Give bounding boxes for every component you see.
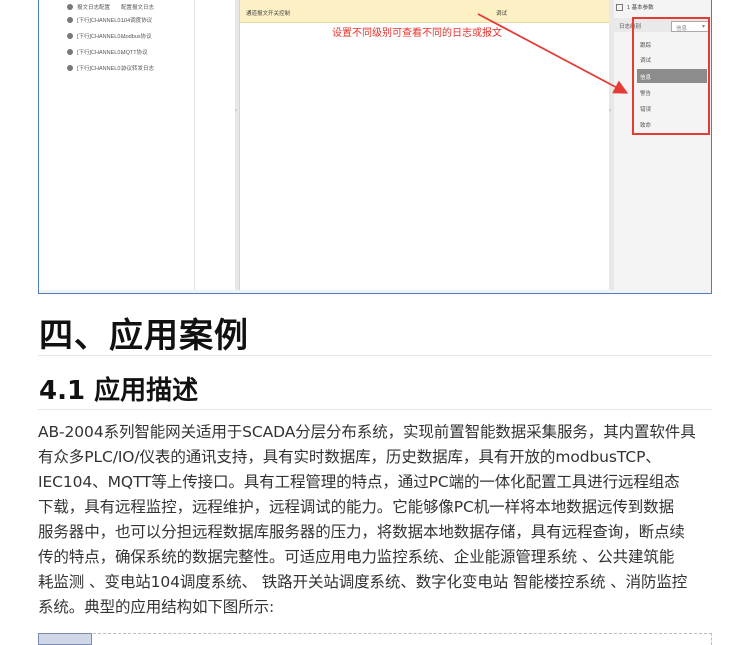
log-grid: 通道报文开关控制 调试 设置不同级别可查看不同的日志或报文 <box>239 0 611 290</box>
tree-row-name: 报文日志配置 <box>77 5 111 11</box>
tree-row-name: [下行]CHANNEL0... <box>77 34 125 40</box>
divider <box>38 409 712 410</box>
figure-frame <box>38 633 712 645</box>
tree-row-desc: MQTT协议 <box>121 50 148 56</box>
tree-row[interactable]: [下行]CHANNEL0... Modbus协议 <box>39 29 194 45</box>
embedded-screenshot: 报文日志配置 配置报文日志 [下行]CHANNEL0... 104调度协议 [下… <box>38 0 712 294</box>
tree-row-name: [下行]CHANNEL0... <box>77 66 125 72</box>
paragraph-line: 传的特点，确保系统的数据完整性。可适应用电力监控系统、企业能源管理系统 、公共建… <box>38 548 675 566</box>
grid-header-col2: 调试 <box>496 11 508 17</box>
gear-icon <box>67 4 73 10</box>
tree-row[interactable]: [下行]CHANNEL0... 协议转发日志 <box>39 61 194 77</box>
paragraph-line: 耗监测 、变电站104调度系统、 铁路开关站调度系统、数字化变电站 智能楼控系统… <box>38 573 688 591</box>
dropdown-option[interactable]: 致命 <box>637 117 707 131</box>
section-heading: 四、应用案例 <box>39 316 249 356</box>
channel-tree: 报文日志配置 配置报文日志 [下行]CHANNEL0... 104调度协议 [下… <box>39 0 194 290</box>
divider <box>38 355 712 356</box>
channel-icon <box>67 49 73 55</box>
channel-icon <box>67 17 73 23</box>
grid-header-col1: 通道报文开关控制 <box>246 11 291 17</box>
dropdown-option[interactable]: 警告 <box>637 85 707 99</box>
tree-row-desc: 104调度协议 <box>121 18 153 24</box>
paragraph-line: 服务器中，也可以分担远程数据库服务器的压力，将数据本地数据存储，具有远程查询，断… <box>38 523 685 541</box>
paragraph-line: IEC104、MQTT等上传接口。具有工程管理的特点，通过PC端的一体化配置工具… <box>38 473 680 491</box>
dropdown-option-selected[interactable]: 信息 <box>637 69 707 83</box>
paragraph-line: 有众多PLC/IO/仪表的通讯支持，具有实时数据库，历史数据库，具有开放的mod… <box>38 448 661 466</box>
tree-row-name: [下行]CHANNEL0... <box>77 18 125 24</box>
figure-image <box>38 633 92 645</box>
paragraph-line: 系统。典型的应用结构如下图所示: <box>38 598 275 616</box>
dropdown-option[interactable]: 跟踪 <box>637 37 707 51</box>
tree-row[interactable]: [下行]CHANNEL0... 104调度协议 <box>39 13 194 29</box>
tree-row-desc: 协议转发日志 <box>121 66 155 72</box>
grid-header-row[interactable]: 通道报文开关控制 调试 <box>240 0 610 23</box>
property-group-label: 1 基本参数 <box>627 5 654 11</box>
property-group[interactable]: 1 基本参数 <box>616 3 654 12</box>
tree-row[interactable]: [下行]CHANNEL0... MQTT协议 <box>39 45 194 61</box>
collapse-right-icon: › <box>609 108 611 114</box>
paragraph-line: AB-2004系列智能网关适用于SCADA分层分布系统，实现前置智能数据采集服务… <box>38 423 696 441</box>
tree-row-name: [下行]CHANNEL0... <box>77 50 125 56</box>
channel-icon <box>67 65 73 71</box>
collapse-left-icon: ‹ <box>235 108 237 114</box>
dropdown-option[interactable]: 调试 <box>637 52 707 66</box>
subsection-heading: 4.1 应用描述 <box>39 376 199 406</box>
dropdown-option[interactable]: 错误 <box>637 101 707 115</box>
description-paragraph: AB-2004系列智能网关适用于SCADA分层分布系统，实现前置智能数据采集服务… <box>38 420 713 620</box>
tree-row-desc: 配置报文日志 <box>121 5 155 11</box>
collapse-box-icon <box>616 4 623 12</box>
tree-row-desc: Modbus协议 <box>121 34 152 40</box>
annotation-text: 设置不同级别可查看不同的日志或报文 <box>332 28 502 39</box>
paragraph-line: 下载，具有远程监控，远程维护，远程调试的能力。它能够像PC机一样将本地数据远传到… <box>38 498 674 516</box>
channel-icon <box>67 33 73 39</box>
tree-desc-column <box>194 0 236 290</box>
